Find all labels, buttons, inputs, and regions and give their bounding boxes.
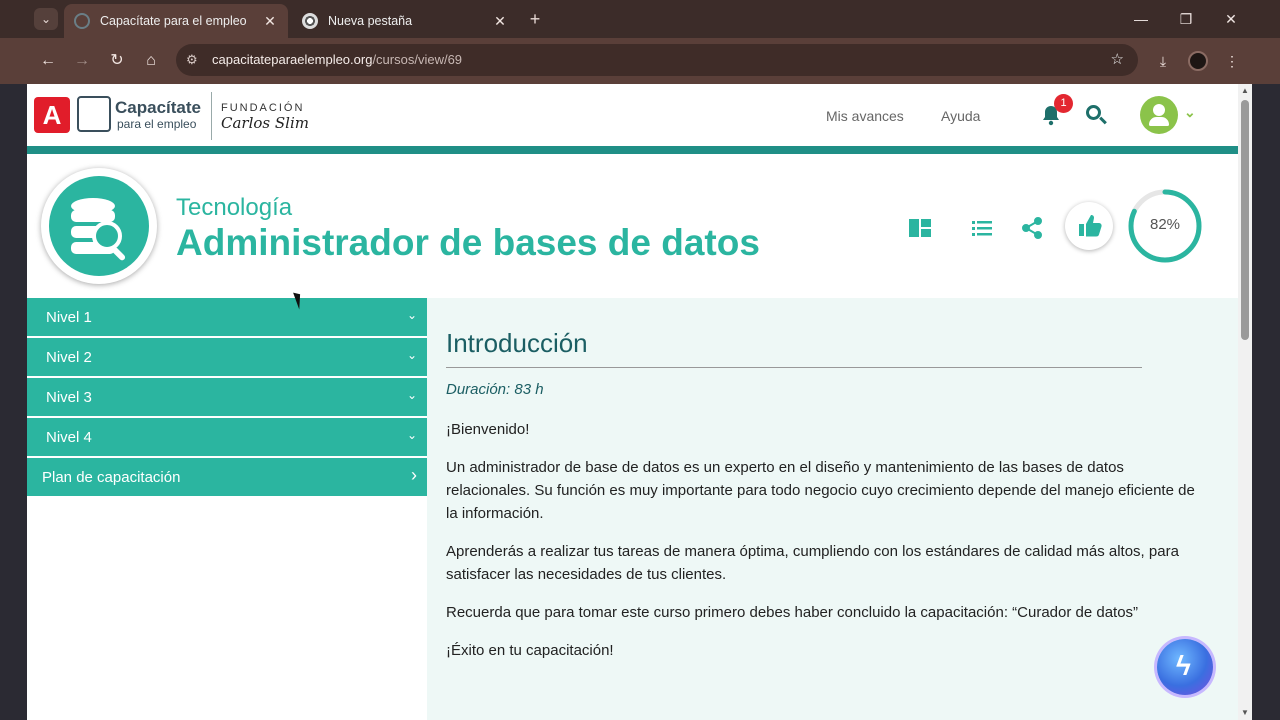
- reload-icon[interactable]: ↻: [105, 49, 129, 73]
- back-icon[interactable]: ←: [36, 49, 60, 73]
- foundation-label: FUNDACIÓN: [221, 102, 305, 114]
- logo-a-icon[interactable]: A: [34, 97, 70, 133]
- chevron-down-icon: ⌄: [406, 308, 417, 322]
- header-divider: [27, 146, 1238, 154]
- url-path: /cursos/view/69: [372, 52, 463, 67]
- tab-title: Capacítate para el empleo: [100, 14, 247, 28]
- list-icon[interactable]: [970, 216, 994, 240]
- sidebar-item-plan[interactable]: Plan de capacitación ›: [27, 458, 427, 496]
- site-header: A Capacítate para el empleo FUNDACIÓN Ca…: [27, 84, 1238, 146]
- heading-divider: [446, 367, 1142, 368]
- new-tab-button[interactable]: +: [524, 8, 546, 30]
- url-host: capacitateparaelempleo.org: [212, 52, 373, 67]
- sidebar-item-nivel-1[interactable]: Nivel 1 ⌄: [27, 298, 427, 336]
- lesson-content: Introducción Duración: 83 h ¡Bienvenido!…: [427, 298, 1238, 720]
- progress-label: 82%: [1149, 216, 1181, 233]
- logo-title[interactable]: Capacítate: [115, 98, 201, 118]
- progress-ring: 82%: [1127, 188, 1203, 264]
- url-text: capacitateparaelempleo.org/cursos/view/6…: [212, 52, 462, 67]
- chevron-down-icon: ⌄: [406, 388, 417, 402]
- database-search-icon: [71, 198, 126, 261]
- course-icon: [41, 168, 157, 284]
- chevron-down-icon: ⌄: [406, 348, 417, 362]
- paragraph-welcome: ¡Bienvenido!: [446, 421, 530, 438]
- dashboard-icon[interactable]: [908, 216, 932, 240]
- browser-tab-bar: ⌄ Capacítate para el empleo ✕ Nueva pest…: [0, 0, 1280, 38]
- favicon-icon: [74, 13, 90, 29]
- sidebar-item-label: Nivel 1: [46, 309, 92, 326]
- browser-tab-active[interactable]: Capacítate para el empleo ✕: [64, 4, 288, 38]
- checklist-logo-icon: [77, 96, 111, 132]
- course-category: Tecnología: [176, 194, 293, 221]
- restore-button[interactable]: ❐: [1171, 8, 1201, 30]
- sidebar-item-nivel-2[interactable]: Nivel 2 ⌄: [27, 338, 427, 376]
- course-title: Administrador de bases de datos: [176, 222, 760, 263]
- sidebar-item-nivel-4[interactable]: Nivel 4 ⌄: [27, 418, 427, 456]
- share-icon[interactable]: [1020, 216, 1044, 240]
- paragraph-description: Un administrador de base de datos es un …: [446, 459, 1195, 522]
- chevron-right-icon: ›: [411, 465, 417, 485]
- tab-search-button[interactable]: ⌄: [34, 8, 58, 30]
- course-duration: Duración: 83 h: [446, 381, 544, 398]
- lightning-icon: ϟ: [1176, 650, 1191, 681]
- sidebar-item-label: Nivel 3: [46, 389, 92, 406]
- paragraph-closing: ¡Éxito en tu capacitación!: [446, 642, 614, 659]
- browser-toolbar: ← → ↻ ⌂ ⚙ capacitateparaelempleo.org/cur…: [0, 38, 1280, 84]
- thumbs-up-icon: [1079, 215, 1102, 237]
- sidebar-item-nivel-3[interactable]: Nivel 3 ⌄: [27, 378, 427, 416]
- chrome-icon: [302, 13, 318, 29]
- close-window-button[interactable]: ✕: [1216, 8, 1246, 30]
- bookmark-star-icon[interactable]: ☆: [1111, 50, 1124, 68]
- scroll-up-icon[interactable]: ▲: [1241, 86, 1249, 95]
- logo-divider: [211, 92, 212, 140]
- course-sidebar: Nivel 1 ⌄ Nivel 2 ⌄ Nivel 3 ⌄ Nivel 4 ⌄ Plan…: [27, 298, 427, 720]
- nav-ayuda[interactable]: Ayuda: [941, 108, 980, 124]
- section-heading: Introducción: [446, 328, 588, 358]
- chevron-down-icon[interactable]: ⌄: [1184, 104, 1196, 121]
- like-button[interactable]: [1065, 202, 1113, 250]
- logo-subtitle: para el empleo: [117, 117, 197, 131]
- scroll-down-icon[interactable]: ▼: [1241, 708, 1249, 717]
- forward-icon[interactable]: →: [70, 49, 94, 73]
- close-tab-icon[interactable]: ✕: [492, 13, 508, 30]
- download-icon[interactable]: ⤓: [1152, 50, 1174, 72]
- paragraph-goals: Aprenderás a realizar tus tareas de mane…: [446, 543, 1179, 583]
- nav-mis-avances[interactable]: Mis avances: [826, 108, 904, 124]
- web-page: A Capacítate para el empleo FUNDACIÓN Ca…: [27, 84, 1238, 720]
- tab-title: Nueva pestaña: [328, 14, 413, 28]
- page-scrollbar[interactable]: ▲ ▼: [1238, 84, 1252, 720]
- profile-avatar[interactable]: [1188, 51, 1208, 71]
- sidebar-item-label: Nivel 2: [46, 349, 92, 366]
- sidebar-item-label: Nivel 4: [46, 429, 92, 446]
- notification-badge: 1: [1054, 94, 1073, 113]
- site-info-icon[interactable]: ⚙: [186, 52, 198, 68]
- course-header: Tecnología Administrador de bases de dat…: [27, 154, 1238, 298]
- foundation-name: Carlos Slim: [221, 114, 309, 132]
- paragraph-prerequisite: Recuerda que para tomar este curso prime…: [446, 604, 1139, 621]
- assistant-button[interactable]: ϟ: [1157, 639, 1213, 695]
- scrollbar-thumb[interactable]: [1241, 100, 1249, 340]
- menu-dots-icon[interactable]: ⋮: [1221, 50, 1243, 72]
- browser-tab-inactive[interactable]: Nueva pestaña ✕: [292, 4, 518, 38]
- sidebar-item-label: Plan de capacitación: [42, 469, 181, 486]
- close-tab-icon[interactable]: ✕: [262, 13, 278, 30]
- search-icon[interactable]: [1085, 104, 1109, 128]
- user-avatar[interactable]: [1140, 96, 1178, 134]
- minimize-button[interactable]: —: [1126, 8, 1156, 30]
- home-icon[interactable]: ⌂: [139, 49, 163, 73]
- chevron-down-icon: ⌄: [406, 428, 417, 442]
- address-bar[interactable]: ⚙ capacitateparaelempleo.org/cursos/view…: [176, 44, 1138, 76]
